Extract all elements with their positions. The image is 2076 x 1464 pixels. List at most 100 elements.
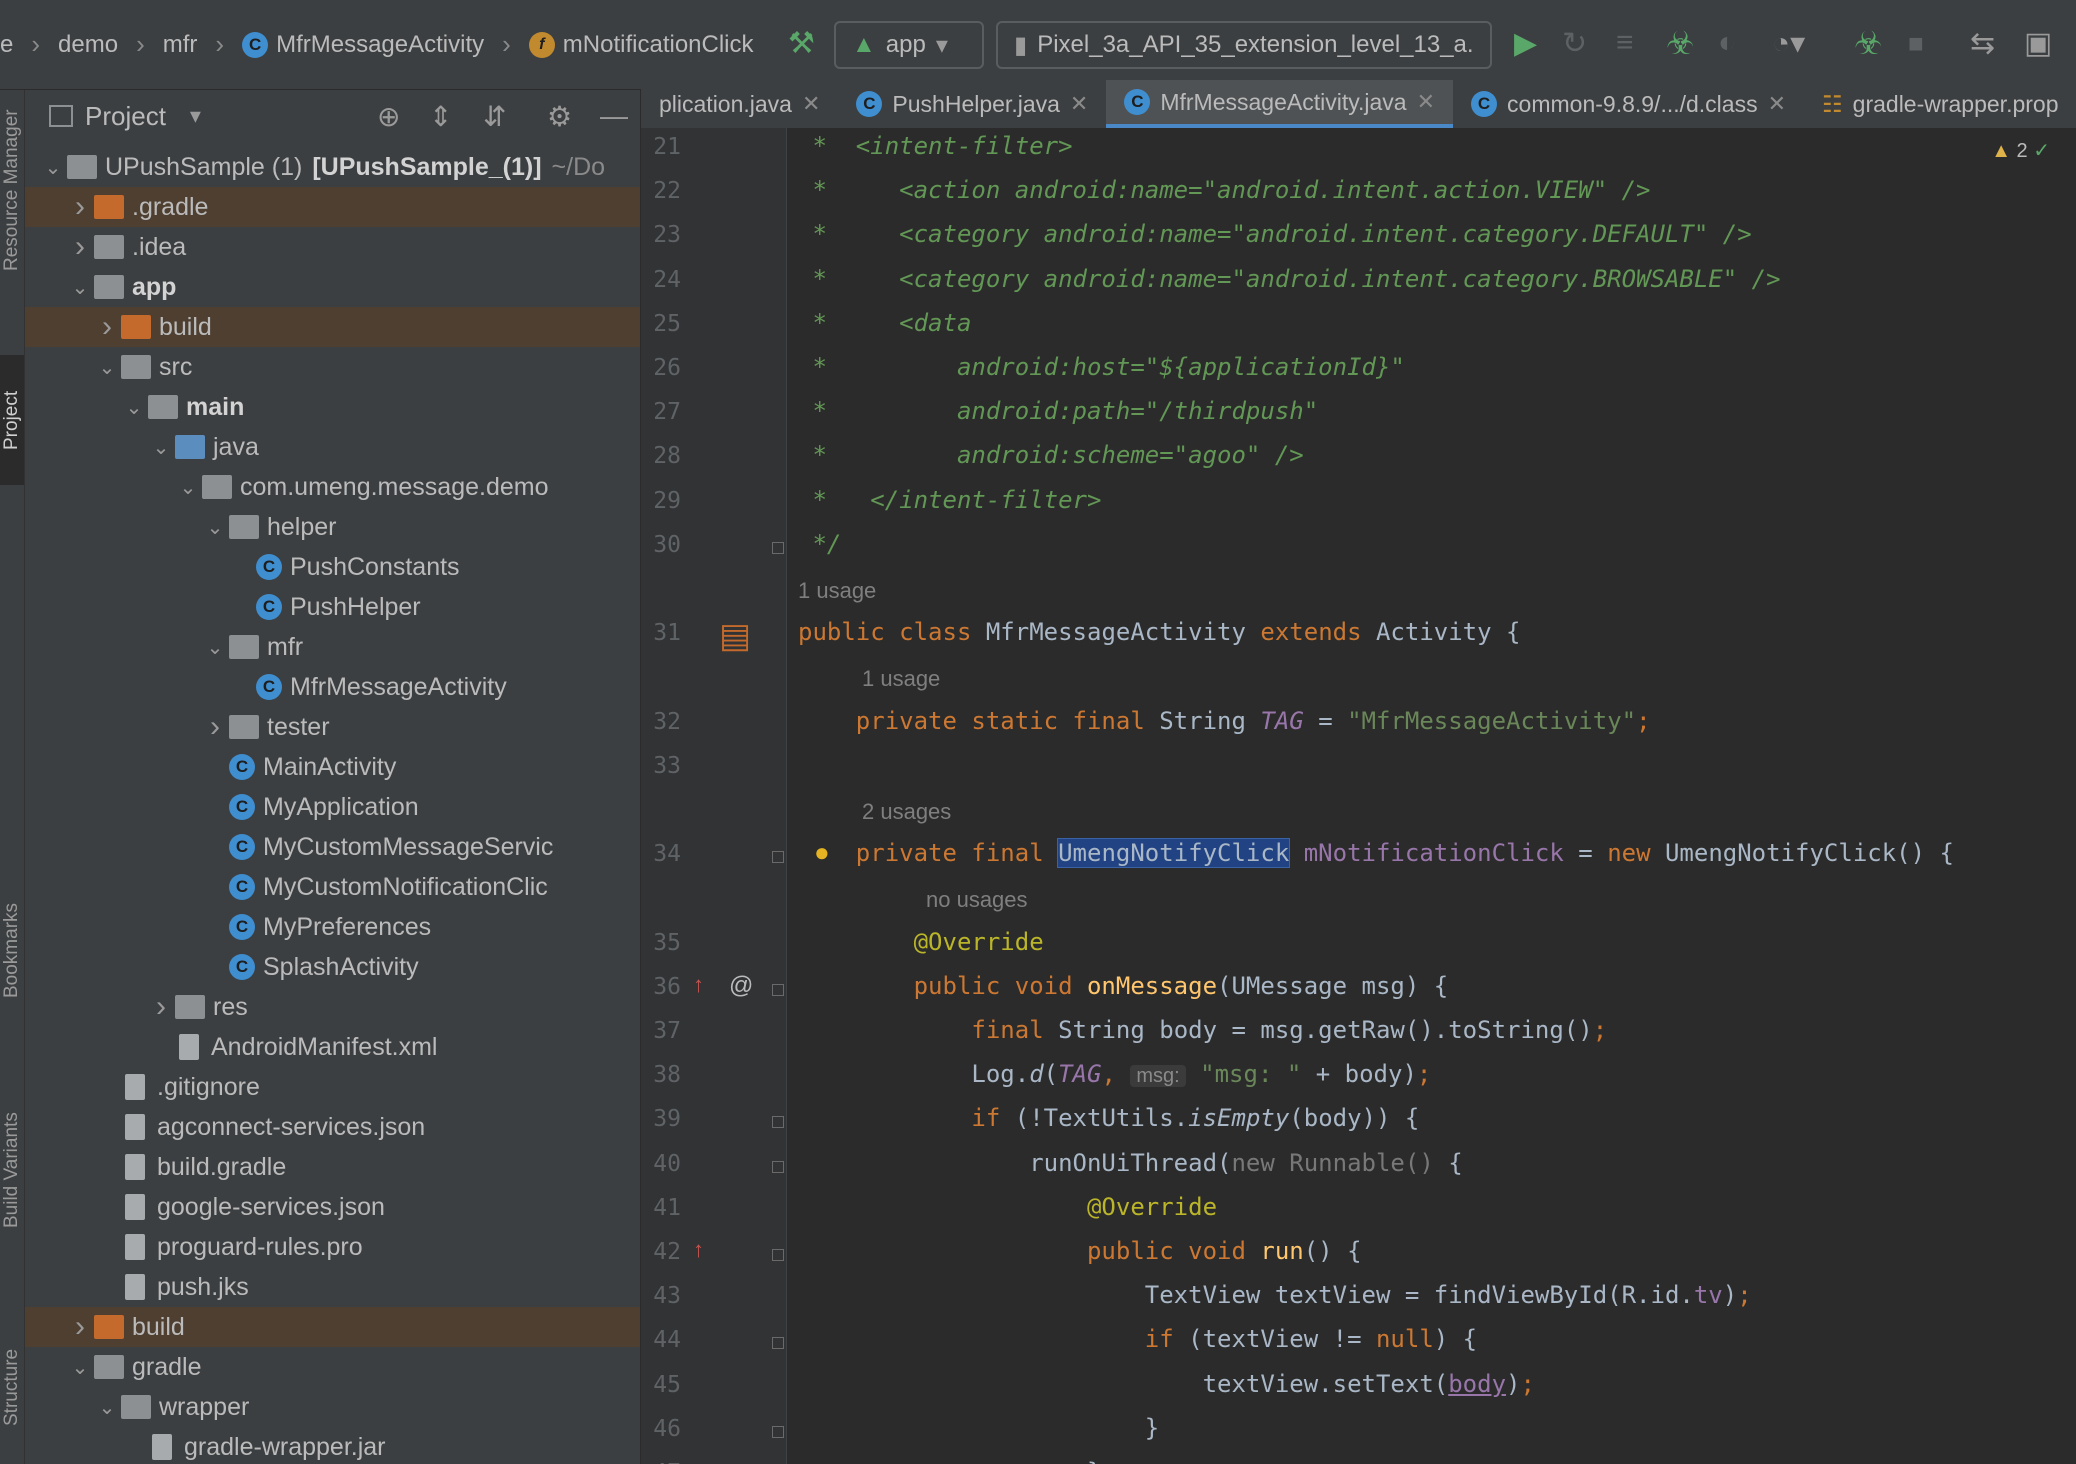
tree-node[interactable]: C MyCustomMessageServic [25,827,640,867]
override-method-icon[interactable]: ↑ [693,1237,704,1263]
sync-gradle-icon[interactable]: ⇆ [1970,26,1995,61]
close-icon[interactable]: ✕ [1417,89,1435,115]
tree-node[interactable]: C SplashActivity [25,947,640,987]
editor-tab[interactable]: C MfrMessageActivity.java ✕ [1106,80,1454,128]
code-editor[interactable]: 21 22 23 24 25 26 27 28 29 30 31 ▤ 32 33 34 35 36 ↑ @37 38 3… [641,128,2076,1464]
code-line[interactable]: TextView textView = findViewById(R.id.tv… [798,1281,1752,1309]
override-method-icon[interactable]: ↑ [693,972,704,998]
tree-node[interactable]: › tester [25,707,640,747]
resource-manager-tab[interactable]: Resource Manager [0,90,24,290]
code-line[interactable]: */ [798,530,841,558]
breadcrumb-item[interactable]: f mNotificationClick [528,31,754,59]
device-manager-icon[interactable]: ▣ [2024,26,2052,61]
usage-hint[interactable]: 2 usages [862,799,951,825]
chevron-down-icon[interactable]: ⌄ [93,1395,121,1420]
code-line[interactable]: @Override [798,1193,1217,1221]
code-line[interactable]: * <data [798,309,971,337]
tree-node[interactable]: C PushConstants [25,547,640,587]
code-line[interactable]: * </intent-filter> [798,486,1101,514]
fold-marker-icon[interactable] [772,1116,784,1129]
gear-icon[interactable]: ⚙ [547,100,572,133]
device-select[interactable]: ▮ Pixel_3a_API_35_extension_level_13_a..… [996,21,1492,69]
fold-marker-icon[interactable] [772,1425,784,1438]
usage-hint[interactable]: no usages [926,887,1028,913]
code-line[interactable]: if (!TextUtils.isEmpty(body)) { [798,1104,1419,1132]
tree-node[interactable]: proguard-rules.pro [25,1227,640,1267]
usage-hint[interactable]: 1 usage [862,666,940,692]
code-line[interactable]: Log.d(TAG, msg: "msg: " + body); [798,1060,1431,1088]
close-icon[interactable]: ✕ [1070,91,1088,117]
chevron-right-icon[interactable]: › [66,1310,94,1344]
chevron-down-icon[interactable]: ⌄ [93,355,121,380]
debug-icon[interactable]: ☣ [1666,24,1695,62]
fold-marker-icon[interactable] [772,1249,784,1261]
run-config-select[interactable]: ▲ app ▾ [834,21,984,69]
breadcrumb-item[interactable]: demo [58,31,118,59]
project-view-select[interactable]: Project [85,101,166,132]
fold-marker-icon[interactable] [772,851,784,864]
tree-node[interactable]: › build [25,307,640,347]
tree-node[interactable]: C MyCustomNotificationClic [25,867,640,907]
hammer-build-icon[interactable]: ⚒ [788,26,815,61]
code-line[interactable]: if (textView != null) { [798,1325,1477,1353]
chevron-down-icon[interactable]: ⌄ [66,1355,94,1380]
implemented-layout-icon[interactable]: ▤ [719,616,751,656]
tree-node[interactable]: ⌄ src [25,347,640,387]
chevron-down-icon[interactable]: ⌄ [66,275,94,300]
tree-node[interactable]: ⌄ mfr [25,627,640,667]
tree-node[interactable]: ⌄ app [25,267,640,307]
chevron-down-icon[interactable]: ⌄ [120,395,148,420]
chevron-down-icon[interactable]: ⌄ [201,635,229,660]
rerun-icon[interactable]: ↻ [1562,26,1587,61]
usage-hint[interactable]: 1 usage [798,578,876,604]
chevron-right-icon[interactable]: › [201,710,229,744]
tree-node[interactable]: AndroidManifest.xml [25,1027,640,1067]
code-line[interactable]: textView.setText(body); [798,1370,1535,1398]
annotation-icon[interactable]: @ [729,972,753,1000]
tree-node[interactable]: ⌄ helper [25,507,640,547]
chevron-down-icon[interactable]: ▾ [190,103,201,129]
code-line[interactable]: final String body = msg.getRaw().toStrin… [798,1016,1607,1044]
code-line[interactable]: * android:scheme="agoo" /> [798,441,1303,469]
profiler-icon[interactable]: ◔▾ [1772,26,1805,61]
bookmarks-tab[interactable]: Bookmarks [0,880,24,1020]
code-line[interactable]: * <action android:name="android.intent.a… [798,176,1650,204]
code-line[interactable]: } [798,1414,1159,1442]
tree-node[interactable]: › .gradle [25,187,640,227]
tree-node[interactable]: google-services.json [25,1187,640,1227]
chevron-right-icon[interactable]: › [93,310,121,344]
run-icon[interactable]: ▶ [1514,26,1537,61]
tree-node[interactable]: ⌄ wrapper [25,1387,640,1427]
build-variants-tab[interactable]: Build Variants [0,1080,24,1260]
breadcrumb-item[interactable]: C MfrMessageActivity [242,31,484,59]
tree-node[interactable]: .gitignore [25,1067,640,1107]
tree-node[interactable]: agconnect-services.json [25,1107,640,1147]
tree-node[interactable]: ⌄ com.umeng.message.demo [25,467,640,507]
tree-node[interactable]: C MyPreferences [25,907,640,947]
fold-marker-icon[interactable] [772,541,784,554]
code-line[interactable]: * <category android:name="android.intent… [798,265,1780,293]
chevron-down-icon[interactable]: ⌄ [201,515,229,540]
structure-tab[interactable]: Structure [0,1310,24,1464]
tree-node[interactable]: ⌄ main [25,387,640,427]
chevron-right-icon[interactable]: › [66,190,94,224]
tree-node[interactable]: C PushHelper [25,587,640,627]
tree-node[interactable]: › res [25,987,640,1027]
code-line[interactable]: public void run() { [798,1237,1362,1265]
fold-marker-icon[interactable] [772,983,784,996]
editor-tab[interactable]: Ccommon-9.8.9/.../d.class ✕ [1453,80,1804,128]
chevron-down-icon[interactable]: ⌄ [147,435,175,460]
fold-marker-icon[interactable] [772,1160,784,1173]
inspection-widget[interactable]: ▲ 2 ✓ [1991,138,2050,163]
code-line[interactable]: private static final String TAG = "MfrMe… [798,707,1651,735]
code-line[interactable]: * <intent-filter> [798,132,1072,160]
locate-file-icon[interactable]: ⊕ [377,100,400,133]
attach-debugger-icon[interactable]: ◐ [1718,26,1736,60]
tree-node[interactable]: C MainActivity [25,747,640,787]
fold-marker-icon[interactable] [772,1337,784,1350]
hide-panel-icon[interactable]: — [600,100,628,132]
editor-tab[interactable]: plication.java ✕ [641,80,838,128]
code-line[interactable]: * android:path="/thirdpush" [798,397,1318,425]
chevron-down-icon[interactable]: ⌄ [174,475,202,500]
breadcrumb-item[interactable]: mfr [163,31,198,59]
